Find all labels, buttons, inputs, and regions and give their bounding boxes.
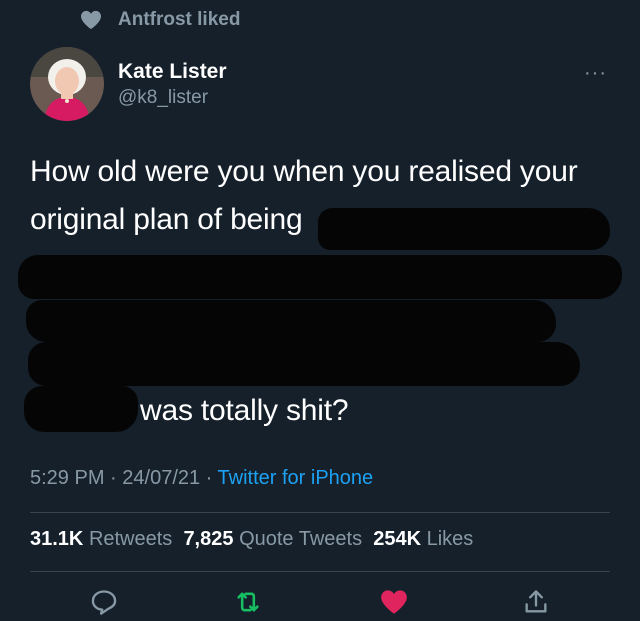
redaction-mark xyxy=(26,300,556,342)
tweet-time[interactable]: 5:29 PM xyxy=(30,467,104,489)
tweet-metadata: 5:29 PM · 24/07/21 · Twitter for iPhone xyxy=(30,467,374,489)
share-button[interactable] xyxy=(518,584,554,620)
avatar[interactable] xyxy=(30,47,104,121)
retweets-stat[interactable]: 31.1K Retweets xyxy=(30,528,172,550)
quote-tweets-stat[interactable]: 7,825 Quote Tweets xyxy=(183,528,362,550)
social-context: Antfrost liked xyxy=(80,7,240,33)
heart-icon xyxy=(81,10,101,30)
avatar-photo xyxy=(30,47,104,121)
heart-filled-icon xyxy=(381,590,407,614)
redaction-mark xyxy=(318,208,610,250)
like-button[interactable] xyxy=(376,584,412,620)
tweet-date[interactable]: 24/07/21 xyxy=(122,467,200,489)
reply-button[interactable] xyxy=(86,584,122,620)
tweet-source-link[interactable]: Twitter for iPhone xyxy=(218,467,374,489)
tweet-text-last-line: was totally shit? xyxy=(140,394,349,427)
tweet-text-line-2: original plan of being xyxy=(30,203,303,236)
author-name[interactable]: Kate Lister xyxy=(118,60,227,84)
redaction-mark xyxy=(18,255,622,299)
likes-stat[interactable]: 254K Likes xyxy=(373,528,473,550)
redaction-mark xyxy=(24,386,138,432)
reply-icon xyxy=(91,590,117,615)
retweet-icon xyxy=(237,592,259,612)
redaction-mark xyxy=(28,342,580,386)
retweet-button[interactable] xyxy=(230,584,266,620)
tweet-text-line-1: How old were you when you realised your xyxy=(30,155,578,188)
tweet-stats: 31.1K Retweets 7,825 Quote Tweets 254K L… xyxy=(30,528,473,551)
author-handle[interactable]: @k8_lister xyxy=(118,87,208,109)
share-icon xyxy=(525,590,547,613)
liked-by-text[interactable]: Antfrost liked xyxy=(118,9,240,31)
more-options-icon[interactable]: ··· xyxy=(584,62,607,85)
divider xyxy=(30,512,610,513)
divider xyxy=(30,571,610,572)
